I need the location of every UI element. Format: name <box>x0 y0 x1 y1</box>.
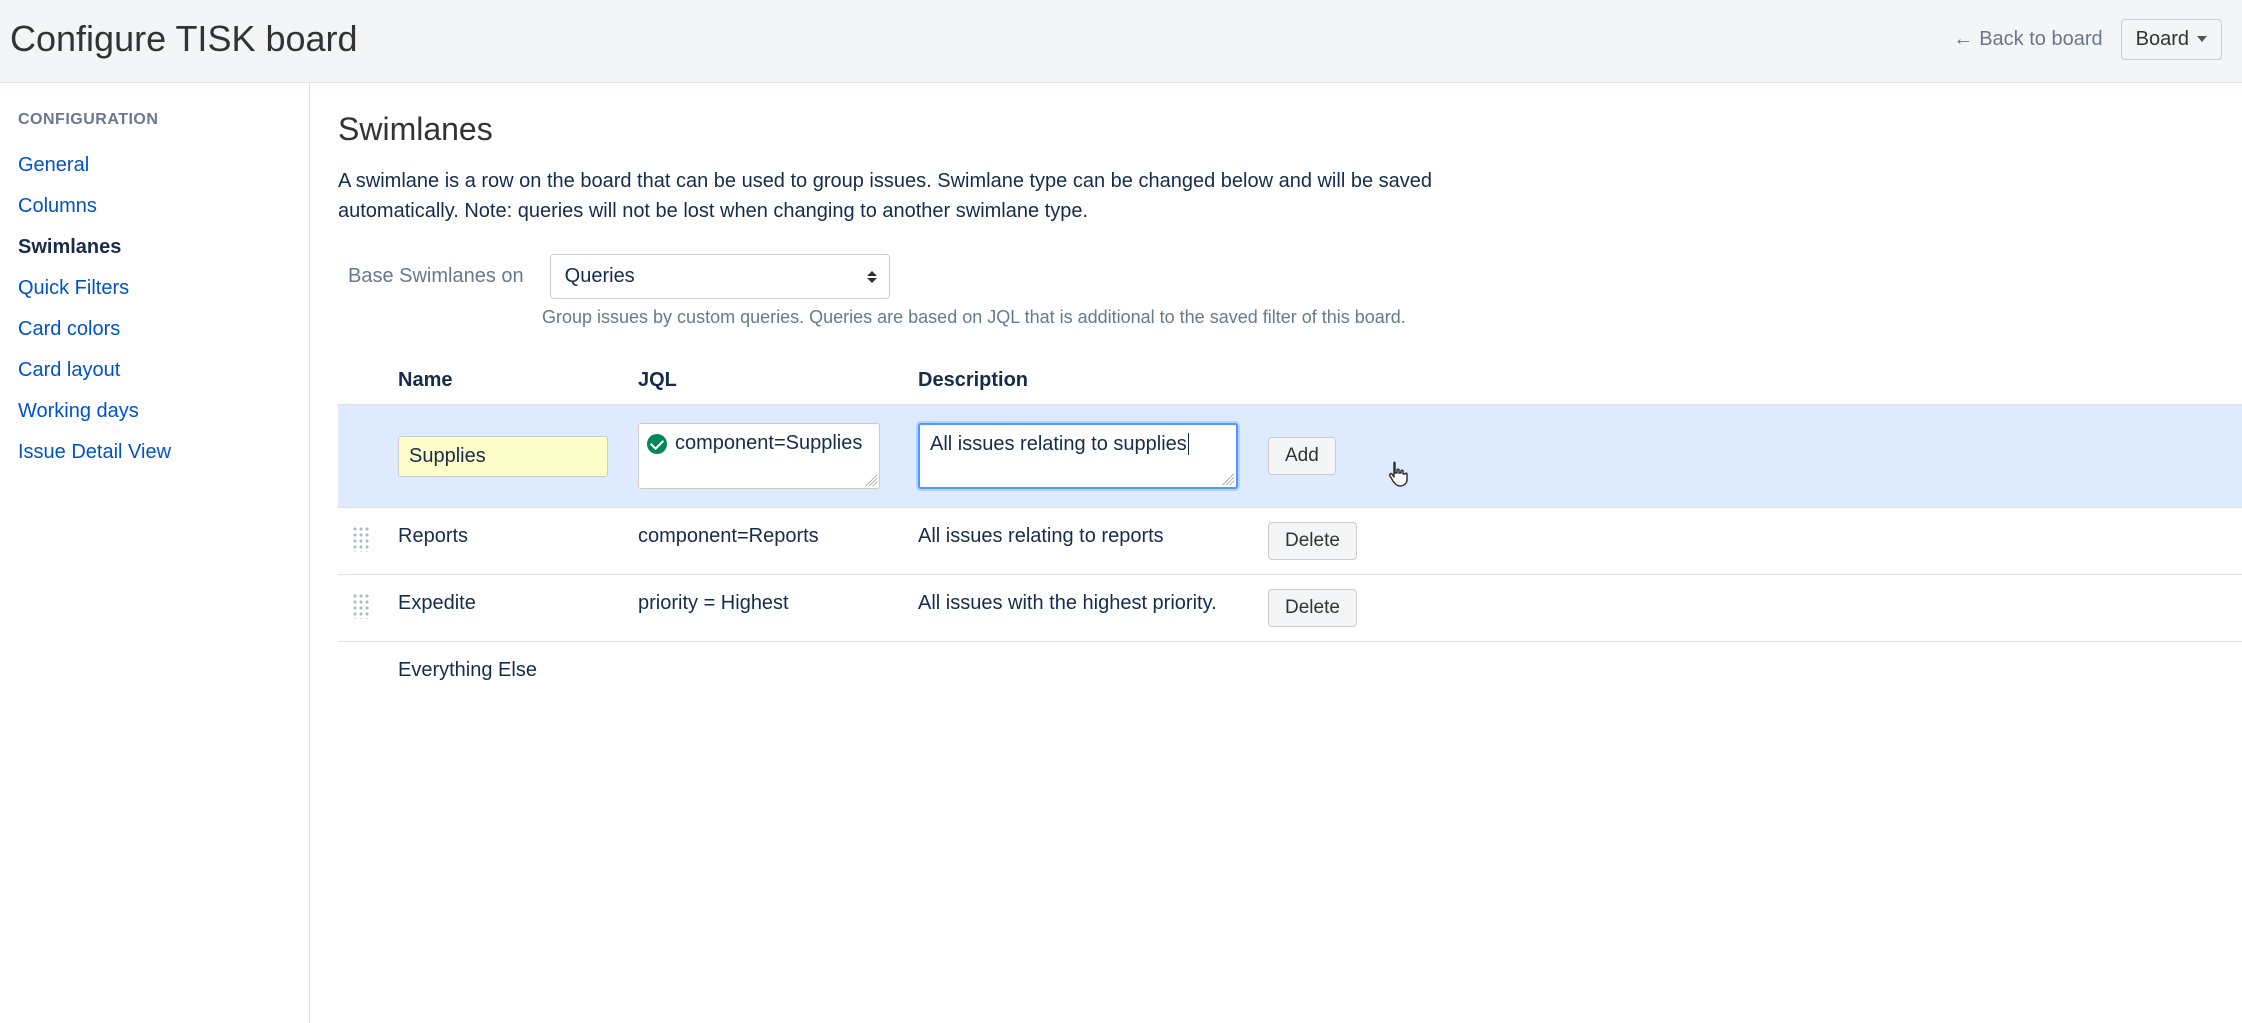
swimlane-description-value: All issues relating to supplies <box>930 433 1187 455</box>
resize-grip-icon[interactable] <box>1222 473 1234 485</box>
swimlane-jql[interactable]: component=Reports <box>634 522 914 551</box>
sidebar-item-card-colors[interactable]: Card colors <box>18 309 291 350</box>
back-to-board-link[interactable]: ← Back to board <box>1953 28 2102 51</box>
default-swimlane-name: Everything Else <box>394 656 634 685</box>
header-actions: ← Back to board Board <box>1953 19 2222 60</box>
swimlane-name[interactable]: Expedite <box>394 589 634 618</box>
sidebar-item-issue-detail-view[interactable]: Issue Detail View <box>18 432 291 473</box>
base-swimlanes-row: Base Swimlanes on Queries <box>338 254 2242 299</box>
base-swimlanes-select[interactable]: Queries <box>550 254 890 299</box>
default-swimlane-row: Everything Else <box>338 641 2242 699</box>
col-header-jql: JQL <box>634 369 914 392</box>
table-header-row: Name JQL Description <box>338 355 2242 404</box>
swimlane-name[interactable]: Reports <box>394 522 634 551</box>
swimlane-name-input[interactable] <box>398 436 608 477</box>
sidebar-item-general[interactable]: General <box>18 145 291 186</box>
section-description: A swimlane is a row on the board that ca… <box>338 166 1538 226</box>
arrow-left-icon: ← <box>1953 29 1973 49</box>
back-to-board-label: Back to board <box>1979 28 2102 51</box>
cursor-pointer-icon <box>1388 461 1410 493</box>
swimlane-jql[interactable]: priority = Highest <box>634 589 914 618</box>
drag-handle-icon[interactable] <box>352 593 370 619</box>
select-arrows-icon <box>867 271 877 283</box>
delete-button[interactable]: Delete <box>1268 522 1357 560</box>
board-dropdown-label: Board <box>2136 28 2189 51</box>
swimlane-description[interactable]: All issues with the highest priority. <box>914 589 1264 618</box>
swimlane-description[interactable]: All issues relating to reports <box>914 522 1264 551</box>
sidebar-nav: GeneralColumnsSwimlanesQuick FiltersCard… <box>18 145 291 473</box>
swimlane-description-input[interactable]: All issues relating to supplies <box>918 423 1238 489</box>
base-swimlanes-help: Group issues by custom queries. Queries … <box>542 307 2242 328</box>
caret-down-icon <box>2197 36 2207 42</box>
col-header-description: Description <box>914 369 1264 392</box>
resize-grip-icon[interactable] <box>865 474 877 486</box>
section-title: Swimlanes <box>338 111 2242 148</box>
sidebar-heading: CONFIGURATION <box>18 111 291 129</box>
col-header-name: Name <box>394 369 634 392</box>
board-dropdown[interactable]: Board <box>2121 19 2222 60</box>
base-swimlanes-selected: Queries <box>565 265 635 287</box>
swimlane-row: Expeditepriority = HighestAll issues wit… <box>338 574 2242 641</box>
sidebar-item-quick-filters[interactable]: Quick Filters <box>18 268 291 309</box>
sidebar-item-columns[interactable]: Columns <box>18 186 291 227</box>
add-button[interactable]: Add <box>1268 437 1336 475</box>
add-swimlane-row: component=Supplies All issues relating t… <box>338 404 2242 507</box>
swimlanes-table: Name JQL Description component=Supplies <box>338 354 2242 699</box>
text-caret <box>1188 433 1189 455</box>
swimlane-row: Reportscomponent=ReportsAll issues relat… <box>338 507 2242 574</box>
sidebar: CONFIGURATION GeneralColumnsSwimlanesQui… <box>0 83 310 1023</box>
swimlane-jql-value: component=Supplies <box>675 432 862 454</box>
swimlane-jql-input[interactable]: component=Supplies <box>638 423 880 489</box>
delete-button[interactable]: Delete <box>1268 589 1357 627</box>
page-header: Configure TISK board ← Back to board Boa… <box>0 0 2242 83</box>
sidebar-item-working-days[interactable]: Working days <box>18 391 291 432</box>
check-circle-icon <box>647 434 667 454</box>
sidebar-item-card-layout[interactable]: Card layout <box>18 350 291 391</box>
main-content: Swimlanes A swimlane is a row on the boa… <box>310 83 2242 1023</box>
drag-handle-icon[interactable] <box>352 526 370 552</box>
base-swimlanes-label: Base Swimlanes on <box>338 265 524 288</box>
sidebar-item-swimlanes[interactable]: Swimlanes <box>18 227 291 268</box>
page-title: Configure TISK board <box>10 18 358 60</box>
